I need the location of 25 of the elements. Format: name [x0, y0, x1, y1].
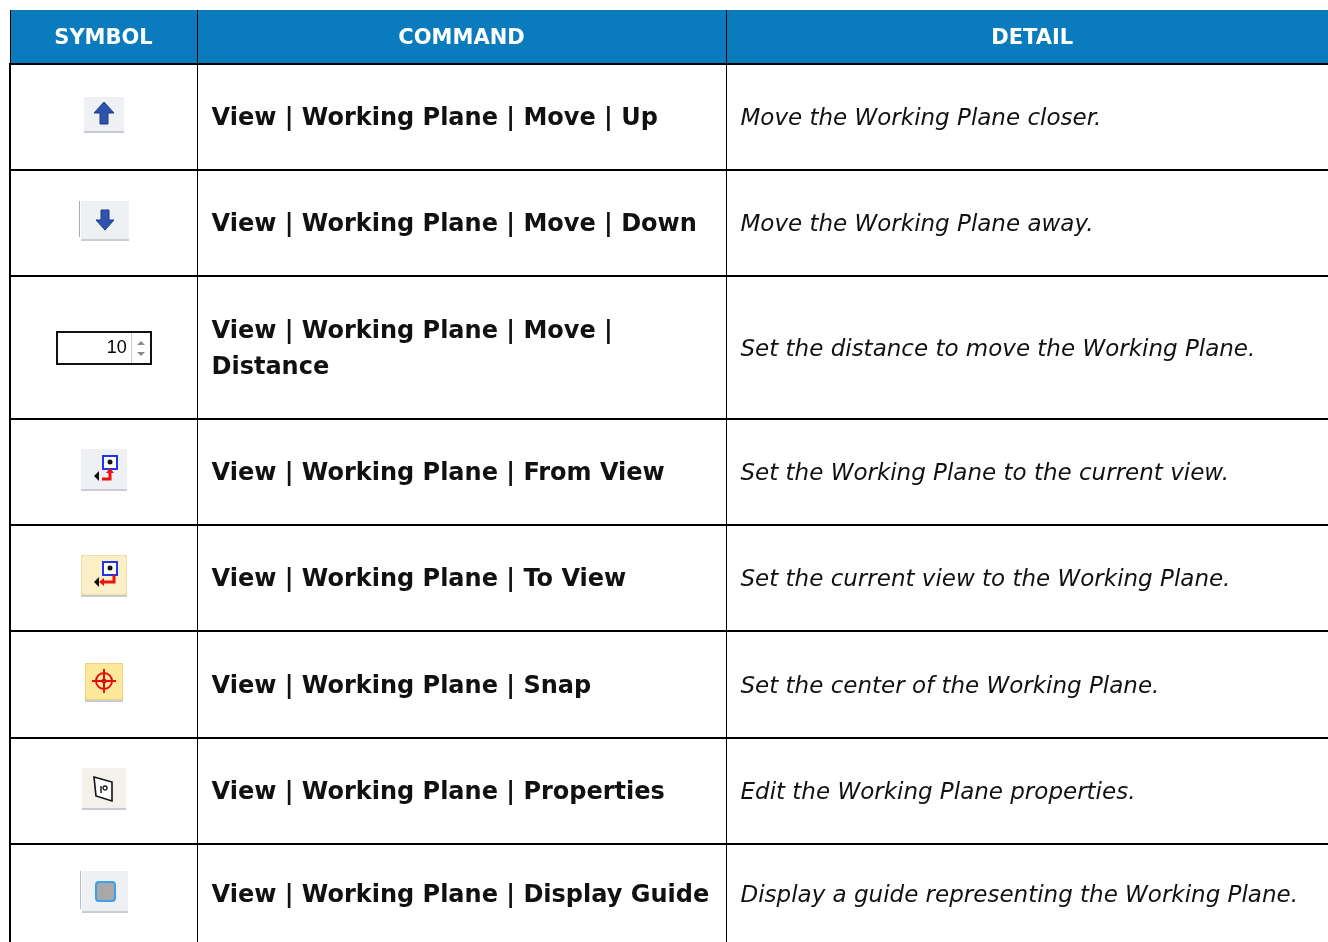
- crosshair-icon: [84, 662, 123, 703]
- column-header: DETAIL: [726, 10, 1328, 64]
- detail-text: Set the distance to move the Working Plane.: [740, 334, 1256, 361]
- plane-properties-icon: [81, 768, 126, 810]
- detail-text: Set the current view to the Working Plane.: [740, 565, 1231, 591]
- command-path: View | Working Plane | Properties: [211, 777, 665, 805]
- detail-text: Move the Working Plane closer.: [740, 104, 1102, 130]
- command-path: View | Working Plane | Move | Down: [211, 209, 697, 237]
- detail-text: Set the Working Plane to the current view.: [740, 459, 1229, 485]
- command-path: View | Working Plane | Display Guide: [211, 880, 710, 909]
- square-guide-icon: [79, 871, 128, 914]
- detail-text: Move the Working Plane away.: [740, 210, 1094, 236]
- command-path: View | Working Plane | Move | Distance: [211, 315, 613, 380]
- plane-from-view-icon: [80, 449, 127, 491]
- command-path: View | Working Plane | Move | Up: [211, 103, 658, 131]
- column-header: COMMAND: [197, 10, 726, 64]
- detail-text: Set the center of the Working Plane.: [740, 671, 1160, 698]
- command-path: View | Working Plane | To View: [211, 564, 627, 592]
- detail-text: Edit the Working Plane properties.: [740, 778, 1136, 804]
- column-header: SYMBOL: [10, 10, 197, 64]
- number-spinner[interactable]: 10: [55, 330, 152, 365]
- view-to-plane-icon: [80, 555, 127, 597]
- command-path: View | Working Plane | Snap: [211, 670, 592, 699]
- command-path: View | Working Plane | From View: [211, 458, 665, 486]
- detail-text: Display a guide representing the Working Plane.: [740, 881, 1298, 908]
